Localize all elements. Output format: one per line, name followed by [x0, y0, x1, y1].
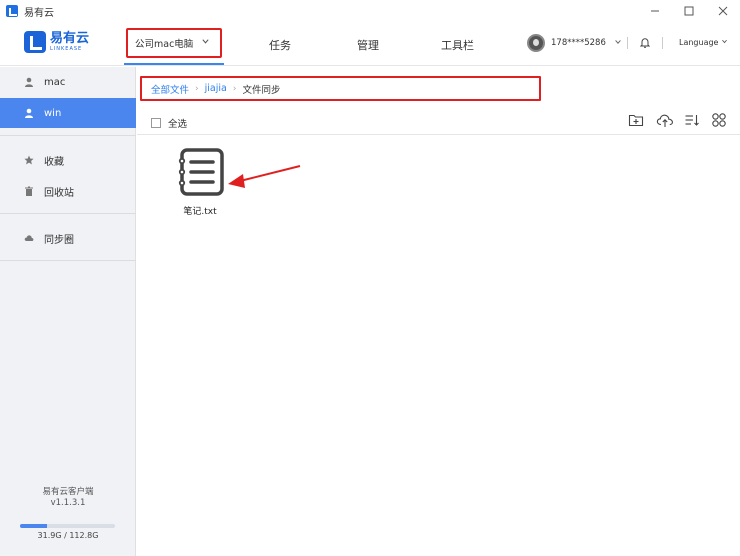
- file-name: 笔记.txt: [183, 207, 217, 217]
- sidebar-item-mac[interactable]: mac: [0, 67, 136, 97]
- app-name: 易有云客户端: [42, 487, 94, 497]
- device-tab-indicator: [124, 63, 224, 65]
- nav-manage[interactable]: 管理: [357, 37, 379, 53]
- language-label: Language: [679, 38, 719, 47]
- chevron-down-icon: [614, 38, 622, 48]
- header-divider: [662, 37, 663, 49]
- maximize-icon[interactable]: [672, 0, 706, 22]
- grid-view-icon[interactable]: [711, 112, 727, 128]
- new-folder-icon[interactable]: [628, 112, 644, 128]
- close-icon[interactable]: [706, 0, 740, 22]
- chevron-right-icon: ›: [232, 83, 237, 94]
- app-info: 易有云客户端 v1.1.3.1: [0, 487, 136, 509]
- title-bar: 易有云: [0, 0, 740, 22]
- storage-progress: [20, 524, 115, 528]
- sidebar-item-label: 收藏: [44, 156, 64, 168]
- breadcrumb-middle[interactable]: jiajia: [205, 83, 227, 94]
- nav-tasks[interactable]: 任务: [269, 37, 291, 53]
- sidebar-item-label: 同步圈: [44, 234, 74, 246]
- sidebar-item-win[interactable]: win: [0, 98, 136, 128]
- trash-icon: [25, 186, 33, 196]
- select-all-label: 全选: [168, 119, 188, 130]
- sidebar-item-label: 回收站: [44, 187, 74, 199]
- app-header: 易有云 LINKEASE 公司mac电脑 任务 管理 工具栏 178****52…: [0, 22, 740, 66]
- avatar: [527, 34, 545, 52]
- user-menu[interactable]: 178****5286: [527, 34, 622, 52]
- sidebar-item-sync-circle[interactable]: 同步圈: [0, 223, 136, 253]
- sidebar: mac win 收藏 回收站 同步圈 易有云客户端 v1.1.3.1 31.9G…: [0, 67, 136, 556]
- user-icon: [25, 77, 33, 87]
- sort-icon[interactable]: [684, 112, 700, 128]
- chevron-down-icon: [201, 37, 210, 49]
- device-select[interactable]: 公司mac电脑: [126, 28, 222, 58]
- cloud-icon: [24, 235, 34, 241]
- sidebar-divider: [0, 213, 136, 214]
- breadcrumb-root[interactable]: 全部文件: [151, 82, 189, 96]
- bell-icon[interactable]: [639, 37, 651, 48]
- language-menu[interactable]: Language: [679, 38, 728, 47]
- select-all-checkbox[interactable]: [151, 118, 161, 128]
- user-name: 178****5286: [551, 38, 606, 48]
- sidebar-item-label: win: [44, 107, 62, 119]
- user-icon: [25, 108, 33, 118]
- breadcrumb-current: 文件同步: [242, 84, 281, 96]
- app-version: v1.1.3.1: [50, 498, 86, 508]
- storage-progress-fill: [20, 524, 47, 528]
- header-divider: [627, 37, 628, 49]
- star-icon: [24, 155, 34, 165]
- sidebar-item-favorites[interactable]: 收藏: [0, 145, 136, 175]
- sidebar-item-trash[interactable]: 回收站: [0, 176, 136, 206]
- brand-logo[interactable]: 易有云 LINKEASE: [24, 31, 89, 53]
- chevron-right-icon: ›: [195, 83, 199, 94]
- sidebar-item-label: mac: [44, 76, 66, 88]
- app-logo-icon: [6, 5, 18, 17]
- minimize-icon[interactable]: [638, 0, 672, 22]
- device-select-label: 公司mac电脑: [135, 39, 194, 50]
- select-all[interactable]: 全选: [151, 116, 187, 130]
- window-controls: [638, 0, 740, 22]
- brand-name: 易有云: [50, 31, 90, 46]
- nav-toolbar[interactable]: 工具栏: [441, 37, 474, 53]
- storage-text: 31.9G / 112.8G: [37, 531, 99, 540]
- upload-icon[interactable]: [656, 112, 673, 128]
- breadcrumb: 全部文件 › jiajia › 文件同步: [140, 76, 541, 101]
- brand-mark-icon: [24, 31, 46, 53]
- chevron-down-icon: [722, 39, 727, 44]
- sidebar-divider: [0, 135, 136, 136]
- sidebar-divider: [0, 260, 136, 261]
- notepad-icon: [176, 146, 226, 196]
- brand-sub: LINKEASE: [50, 46, 83, 52]
- file-toolbar: 全选: [137, 108, 740, 135]
- window-title: 易有云: [24, 7, 54, 19]
